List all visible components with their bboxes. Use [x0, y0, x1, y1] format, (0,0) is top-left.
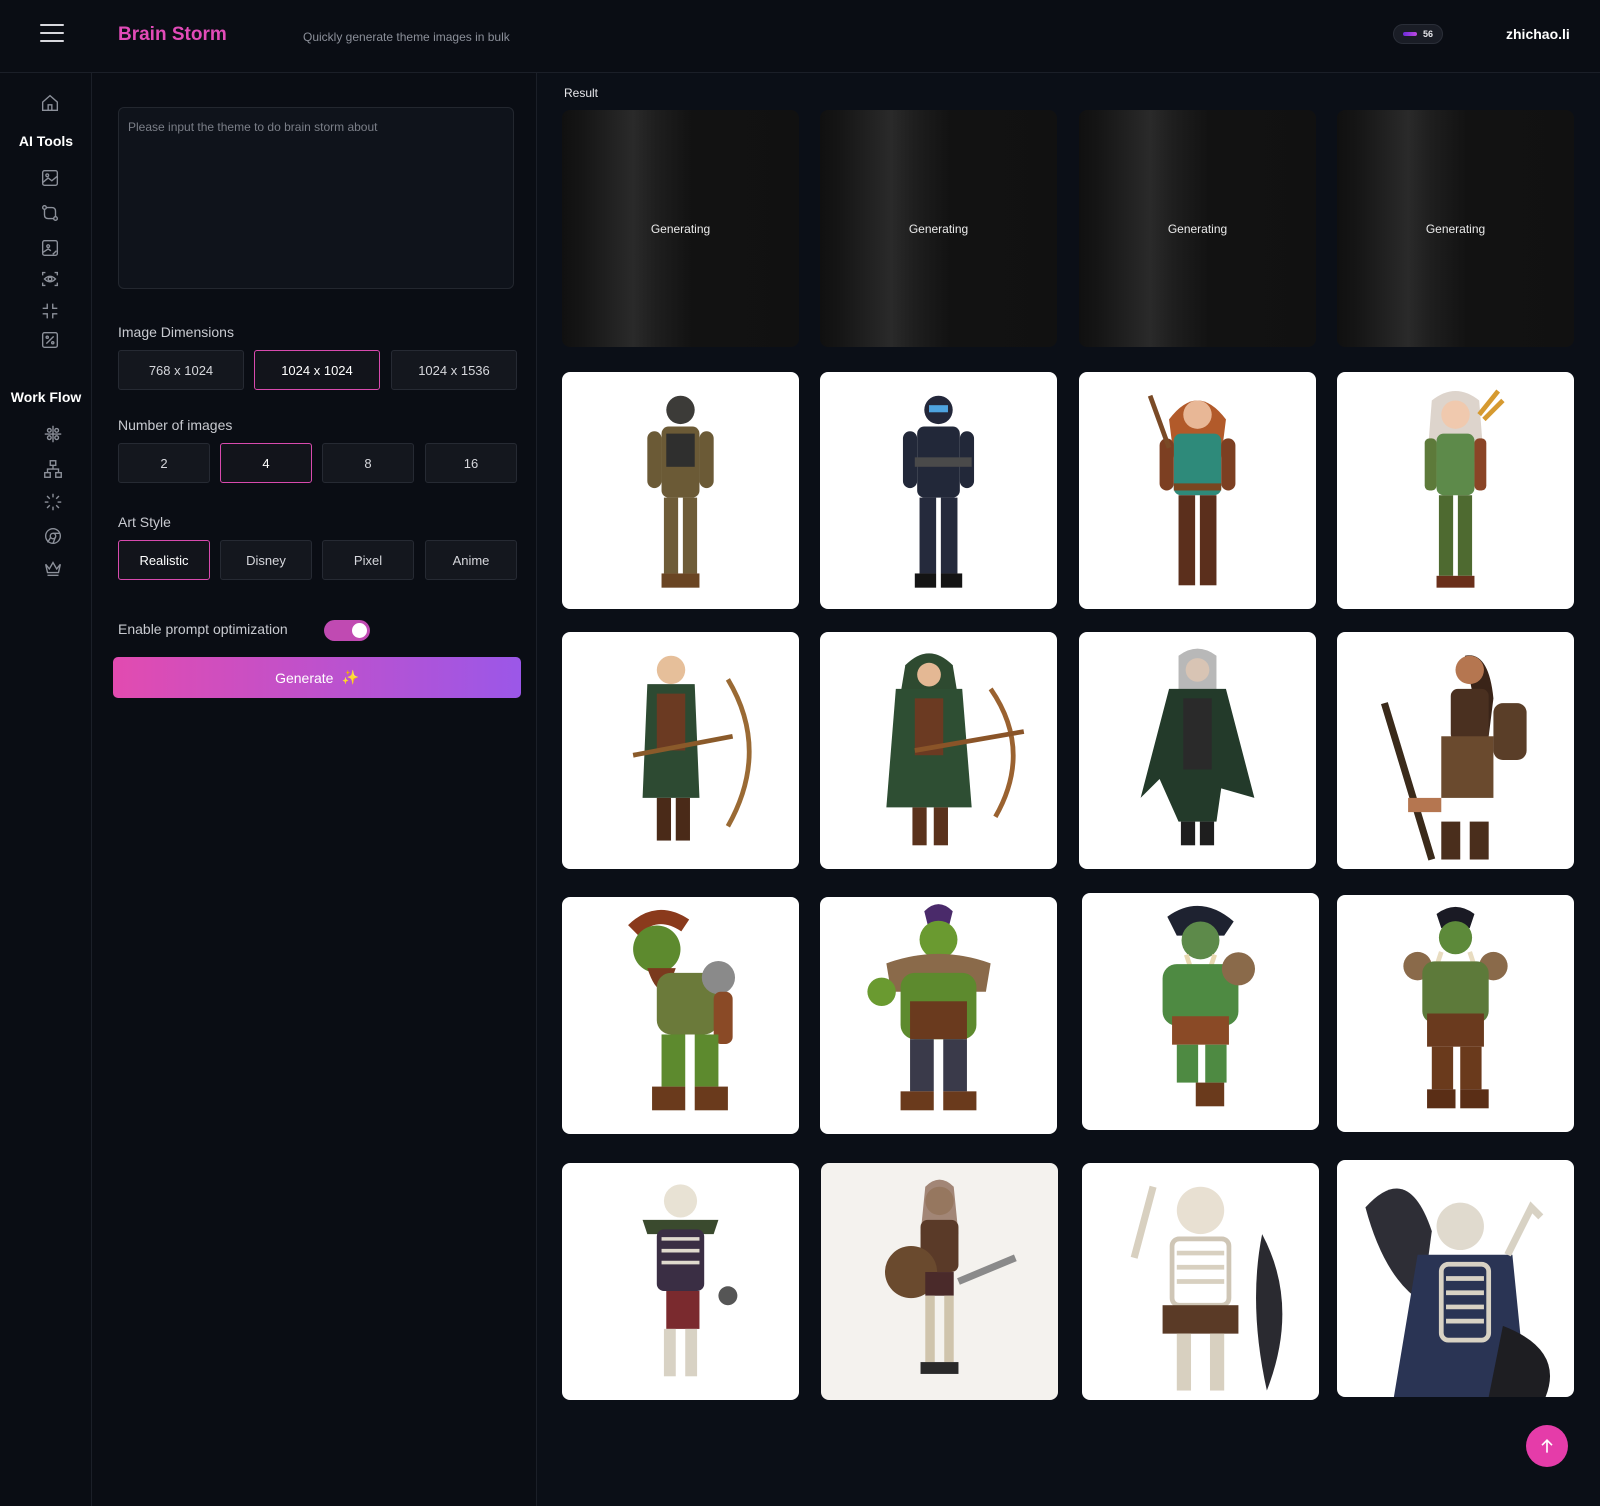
result-image[interactable] [820, 632, 1057, 869]
result-image[interactable] [821, 1163, 1058, 1400]
generating-text: Generating [1425, 221, 1486, 236]
optimization-toggle[interactable] [324, 620, 370, 641]
arrow-up-icon [1541, 1438, 1553, 1453]
credits-count: 56 [1422, 29, 1433, 39]
grid-icon[interactable] [42, 423, 64, 445]
result-label: Result [564, 86, 599, 100]
result-image[interactable] [820, 897, 1057, 1134]
credits-icon [1402, 32, 1417, 36]
app-title: Brain Storm [118, 24, 227, 45]
network-icon[interactable] [42, 458, 64, 480]
count-option-16[interactable]: 16 [425, 443, 517, 483]
result-image[interactable] [1337, 632, 1574, 869]
style-option-anime[interactable]: Anime [425, 540, 517, 580]
loader-icon[interactable] [42, 491, 64, 513]
count-label: Number of images [118, 417, 233, 433]
ai-tools-heading: AI Tools [18, 133, 74, 149]
generating-tile: Generating [562, 110, 799, 347]
image-icon[interactable] [39, 167, 61, 189]
result-image[interactable] [1337, 372, 1574, 609]
user-name[interactable]: zhichao.li [1506, 26, 1570, 42]
result-image[interactable] [1337, 1160, 1574, 1397]
count-option-4[interactable]: 4 [220, 443, 312, 483]
generating-tile: Generating [1337, 110, 1574, 347]
app-tagline: Quickly generate theme images in bulk [303, 30, 510, 44]
home-icon[interactable] [39, 92, 61, 114]
generating-text: Generating [908, 221, 969, 236]
generating-text: Generating [650, 221, 711, 236]
theme-input[interactable] [118, 107, 514, 289]
top-header: Brain Storm Quickly generate theme image… [0, 0, 1600, 73]
image-edit-icon[interactable] [39, 237, 61, 259]
left-nav: AI Tools Work Flow [0, 73, 92, 1506]
transfer-icon[interactable] [39, 202, 61, 224]
result-image[interactable] [562, 632, 799, 869]
generating-text: Generating [1167, 221, 1228, 236]
result-image[interactable] [562, 372, 799, 609]
result-image[interactable] [1337, 895, 1574, 1132]
crown-icon[interactable] [42, 557, 64, 579]
scroll-to-top-button[interactable] [1526, 1425, 1568, 1467]
sparkle-icon: ✨ [341, 669, 359, 685]
optimization-label: Enable prompt optimization [118, 621, 288, 637]
form-panel: Image Dimensions 768 x 1024 1024 x 1024 … [92, 73, 537, 1506]
result-image[interactable] [562, 1163, 799, 1400]
result-image[interactable] [1082, 1163, 1319, 1400]
generate-button[interactable]: Generate ✨ [113, 657, 521, 698]
menu-icon[interactable] [40, 24, 64, 44]
style-option-realistic[interactable]: Realistic [118, 540, 210, 580]
count-option-2[interactable]: 2 [118, 443, 210, 483]
credits-badge[interactable]: 56 [1393, 24, 1443, 44]
style-option-disney[interactable]: Disney [220, 540, 312, 580]
toggle-knob [352, 623, 367, 638]
result-image[interactable] [1079, 372, 1316, 609]
dimension-option-768x1024[interactable]: 768 x 1024 [118, 350, 244, 390]
shrink-icon[interactable] [39, 300, 61, 322]
workflow-heading: Work Flow [10, 389, 82, 405]
dimensions-label: Image Dimensions [118, 324, 234, 340]
style-option-pixel[interactable]: Pixel [322, 540, 414, 580]
result-image[interactable] [562, 897, 799, 1134]
dimension-option-1024x1536[interactable]: 1024 x 1536 [391, 350, 517, 390]
chrome-icon[interactable] [42, 525, 64, 547]
count-option-8[interactable]: 8 [322, 443, 414, 483]
generating-tile: Generating [820, 110, 1057, 347]
image-percent-icon[interactable] [39, 329, 61, 351]
scan-eye-icon[interactable] [39, 268, 61, 290]
result-image[interactable] [1079, 632, 1316, 869]
dimension-option-1024x1024[interactable]: 1024 x 1024 [254, 350, 380, 390]
result-image[interactable] [1082, 893, 1319, 1130]
result-image[interactable] [820, 372, 1057, 609]
art-style-label: Art Style [118, 514, 171, 530]
generate-label: Generate [275, 669, 334, 686]
generating-tile: Generating [1079, 110, 1316, 347]
